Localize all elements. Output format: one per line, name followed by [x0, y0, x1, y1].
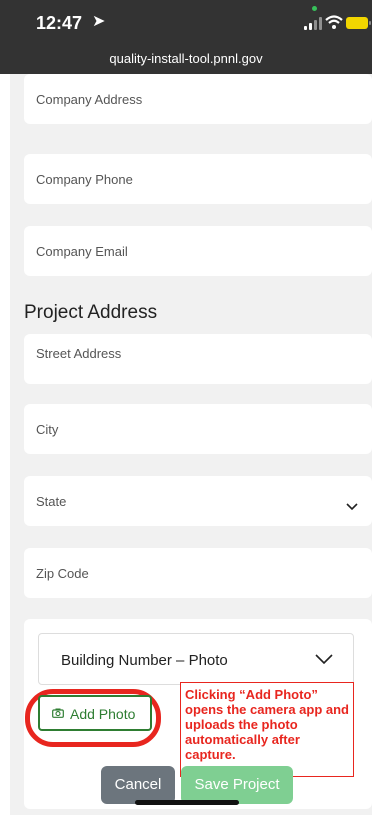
- home-indicator: [135, 800, 239, 805]
- signal-icon: [304, 17, 322, 30]
- zip-code-field[interactable]: Zip Code: [24, 548, 372, 598]
- chevron-down-icon: [315, 648, 333, 669]
- save-project-button[interactable]: Save Project: [181, 766, 293, 804]
- wifi-icon: [325, 15, 343, 29]
- field-label: Company Phone: [36, 172, 133, 187]
- photo-type-select[interactable]: Building Number – Photo: [38, 633, 354, 685]
- camera-add-icon: [52, 708, 64, 718]
- field-label: City: [36, 422, 59, 437]
- chevron-down-icon: [346, 498, 358, 514]
- field-label: State: [36, 494, 67, 509]
- url-bar[interactable]: quality-install-tool.pnnl.gov: [0, 44, 372, 74]
- annotation-callout: Clicking “Add Photo” opens the camera ap…: [180, 682, 354, 777]
- company-address-field[interactable]: Company Address: [24, 74, 372, 124]
- add-photo-button[interactable]: Add Photo: [38, 695, 152, 731]
- status-time: 12:47: [36, 13, 83, 33]
- company-email-field[interactable]: Company Email: [24, 226, 372, 276]
- city-field[interactable]: City: [24, 404, 372, 454]
- state-select[interactable]: State: [24, 476, 372, 526]
- camera-in-use-indicator: [312, 6, 317, 11]
- cancel-button[interactable]: Cancel: [101, 766, 175, 804]
- project-address-heading: Project Address: [24, 302, 158, 323]
- field-label: Zip Code: [36, 566, 89, 581]
- add-photo-label: Add Photo: [70, 706, 136, 722]
- field-label: Street Address: [36, 346, 122, 361]
- location-arrow-icon: ➤: [92, 13, 106, 30]
- photo-type-value: Building Number – Photo: [61, 652, 228, 669]
- battery-icon: [346, 17, 371, 29]
- field-label: Company Address: [36, 92, 143, 107]
- field-label: Company Email: [36, 244, 128, 259]
- company-phone-field[interactable]: Company Phone: [24, 154, 372, 204]
- street-address-field[interactable]: Street Address: [24, 334, 372, 384]
- status-bar: 12:47 ➤: [0, 0, 372, 44]
